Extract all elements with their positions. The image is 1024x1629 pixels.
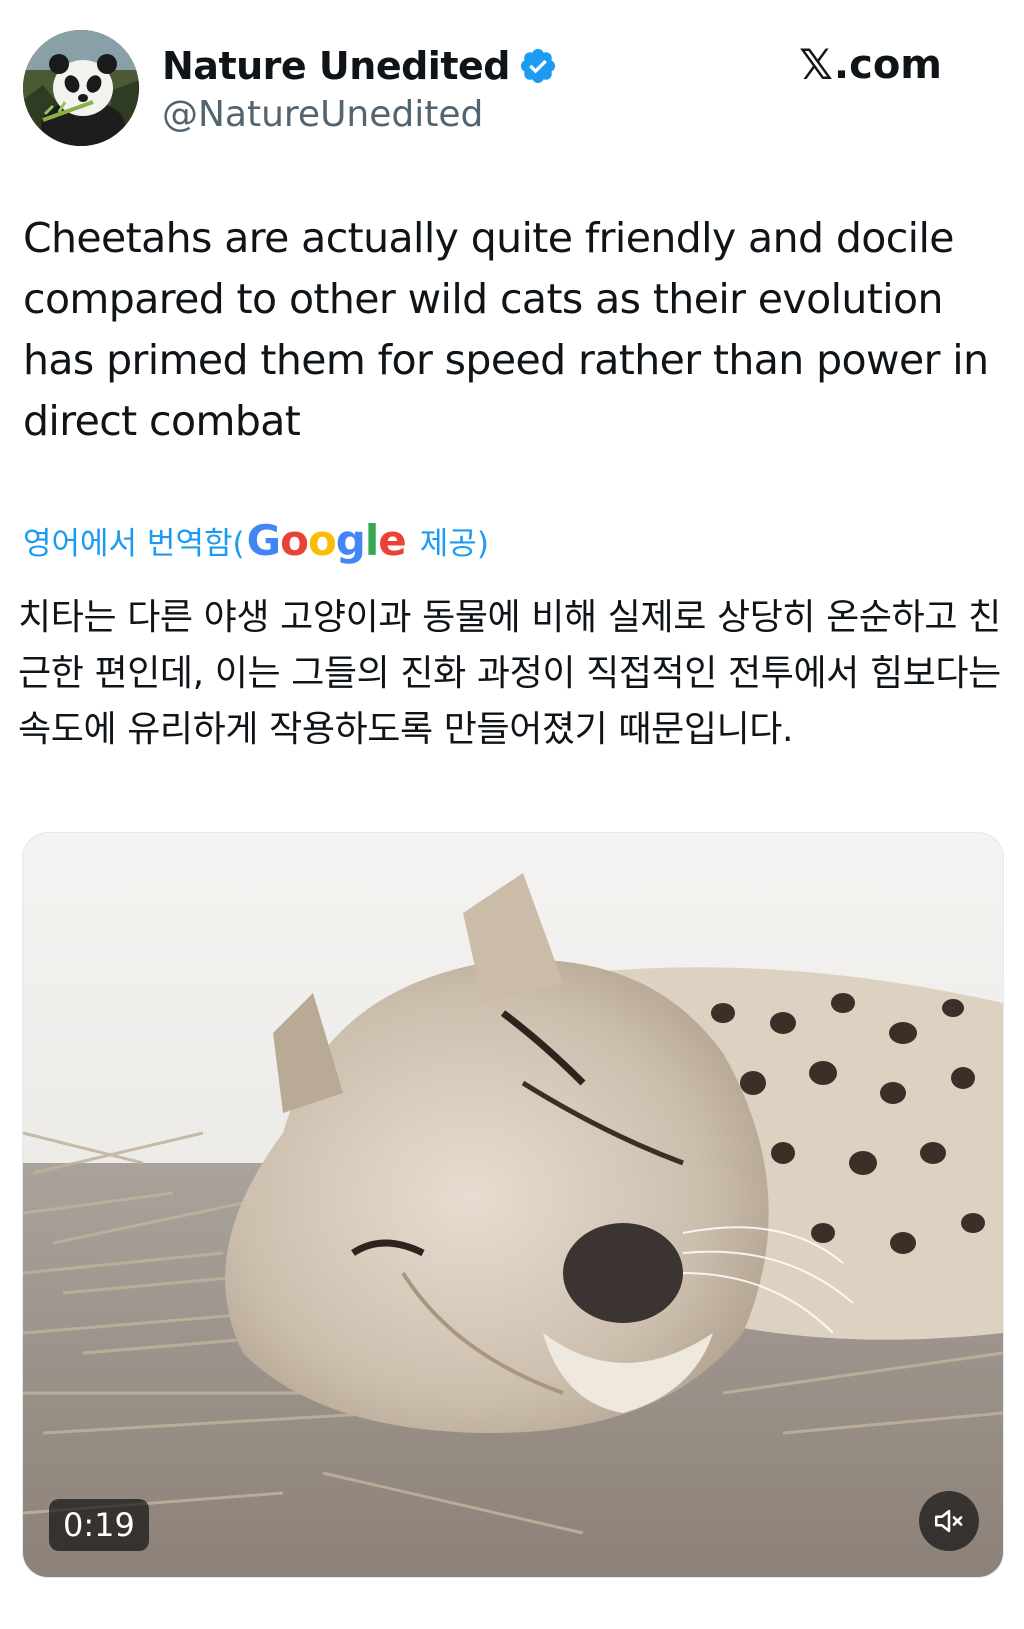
mute-button[interactable] [919, 1491, 979, 1551]
google-logo-icon: Google [246, 515, 407, 565]
video-player[interactable]: 0:19 [22, 832, 1004, 1578]
sleeping-cheetah-image [23, 833, 1003, 1577]
panda-avatar-image [23, 30, 139, 146]
x-logo-icon: 𝕏 [799, 40, 833, 89]
brand-logo[interactable]: 𝕏 .com [799, 40, 942, 89]
author-handle[interactable]: @NatureUnedited [162, 94, 483, 135]
translation-suffix: 제공) [419, 525, 489, 562]
avatar[interactable] [23, 30, 139, 146]
tweet-text: Cheetahs are actually quite friendly and… [23, 214, 989, 445]
translated-text: 치타는 다른 야생 고양이과 동물에 비해 실제로 상당히 온순하고 친근한 편… [18, 597, 1001, 750]
translation-attribution[interactable]: 영어에서 번역함( Google 제공) [23, 512, 489, 568]
verified-badge-icon [520, 48, 556, 84]
brand-suffix: .com [833, 41, 942, 88]
author-name[interactable]: Nature Unedited [162, 44, 510, 88]
speaker-muted-icon [934, 1509, 963, 1533]
video-duration: 0:19 [49, 1499, 149, 1551]
author-name-row: Nature Unedited [162, 40, 558, 92]
translation-prefix: 영어에서 번역함( [23, 525, 245, 562]
